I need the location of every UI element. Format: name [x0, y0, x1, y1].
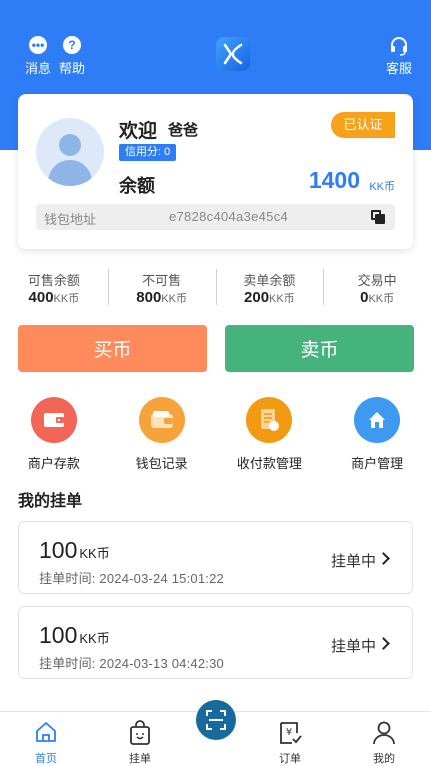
chat-bubble-icon: ••• [29, 36, 47, 54]
stat-unit: KK币 [53, 293, 80, 305]
headset-icon [389, 36, 409, 56]
tab-label: 订单 [279, 753, 301, 765]
messages-label: 消息 [25, 61, 52, 76]
order-amount: 100 KK币 [39, 537, 110, 564]
help-label: 帮助 [59, 61, 86, 76]
order-card[interactable]: 100 KK币 挂单时间: 2024-03-13 04:42:30 挂单中 [18, 606, 413, 679]
purse-icon [138, 397, 185, 443]
stat-label: 交易中 [357, 273, 397, 288]
menu-label: 收付款管理 [236, 456, 302, 471]
wallet-address-value: e7828c404a3e45c4 [169, 209, 289, 224]
tab-orders-list[interactable]: 挂单 [110, 712, 170, 766]
balance-stats: 可售余额 400KK币 不可售 800KK币 卖单余额 200KK币 交易中 0… [0, 267, 431, 309]
stat-trading: 交易中 0KK币 [323, 267, 431, 309]
svg-text:¥: ¥ [286, 727, 292, 738]
order-status: 挂单中 [330, 553, 376, 570]
order-card[interactable]: 100 KK币 挂单时间: 2024-03-24 15:01:22 挂单中 [18, 521, 413, 594]
wallet-address-row: 钱包地址 e7828c404a3e45c4 [36, 204, 395, 230]
tab-mine[interactable]: 我的 [354, 712, 414, 766]
profile-card: 欢迎 爸爸 信用分: 0 已认证 余额 1400 KK币 钱包地址 e7828c… [18, 94, 413, 249]
credit-score-badge: 信用分: 0 [119, 144, 177, 161]
wallet-icon [30, 397, 77, 443]
stat-sell-order-balance: 卖单余额 200KK币 [215, 267, 324, 309]
stat-unit: KK币 [368, 293, 395, 305]
wallet-address-label: 钱包地址 [44, 212, 97, 227]
stat-unsellable: 不可售 800KK币 [107, 267, 216, 309]
order-amount-unit: KK币 [79, 546, 110, 561]
order-amount: 100 KK币 [39, 622, 110, 649]
stat-unit: KK币 [161, 293, 187, 305]
username: 爸爸 [168, 122, 199, 139]
tab-home[interactable]: 首页 [16, 712, 76, 766]
order-time: 挂单时间: 2024-03-13 04:42:30 [39, 656, 224, 671]
avatar[interactable] [36, 118, 104, 186]
tab-label: 挂单 [129, 753, 151, 765]
home-outline-icon [34, 720, 58, 746]
chevron-right-icon [377, 637, 390, 650]
order-time: 挂单时间: 2024-03-24 15:01:22 [39, 571, 224, 586]
messages-button[interactable]: ••• 消息 [25, 36, 51, 77]
stat-value: 400 [28, 289, 54, 306]
stat-available: 可售余额 400KK币 [0, 267, 108, 309]
question-icon: ? [63, 36, 81, 54]
order-status: 挂单中 [330, 638, 376, 655]
balance-label: 余额 [119, 176, 155, 196]
stat-value: 800 [136, 289, 162, 306]
menu-wallet-records[interactable]: 钱包记录 [108, 397, 216, 472]
scan-icon [205, 709, 227, 731]
tab-label: 首页 [35, 753, 57, 765]
menu-label: 商户管理 [351, 456, 404, 471]
menu-payment-management[interactable]: 收付款管理 [216, 397, 324, 472]
copy-icon[interactable] [371, 210, 385, 224]
order-amount-value: 100 [39, 537, 78, 563]
menu-label: 商户存款 [27, 456, 80, 471]
sell-coin-button[interactable]: 卖币 [225, 325, 414, 372]
menu-merchant-management[interactable]: 商户管理 [323, 397, 431, 472]
verified-badge: 已认证 [331, 112, 395, 138]
receipt-icon: ¥ [278, 720, 302, 746]
user-icon [372, 720, 396, 746]
document-icon [246, 397, 293, 443]
stat-label: 可售余额 [27, 273, 80, 288]
quick-menu: 商户存款 钱包记录 收付款管理 商户管理 [0, 397, 431, 472]
welcome-text: 欢迎 [119, 121, 158, 142]
tab-orders[interactable]: ¥ 订单 [260, 712, 320, 766]
stat-unit: KK币 [269, 293, 295, 305]
buy-coin-button[interactable]: 买币 [18, 325, 207, 372]
menu-merchant-deposit[interactable]: 商户存款 [0, 397, 108, 472]
stat-label: 卖单余额 [243, 273, 296, 288]
customer-service-button[interactable]: 客服 [386, 36, 412, 77]
stat-value: 200 [244, 289, 270, 306]
my-orders-title: 我的挂单 [18, 493, 83, 510]
help-button[interactable]: ? 帮助 [59, 36, 85, 77]
service-label: 客服 [386, 61, 413, 76]
menu-label: 钱包记录 [135, 456, 188, 471]
scan-button[interactable] [196, 700, 236, 740]
tab-label: 我的 [373, 753, 395, 765]
order-amount-value: 100 [39, 622, 78, 648]
order-amount-unit: KK币 [79, 631, 110, 646]
app-logo [216, 37, 250, 71]
balance-unit: KK币 [369, 181, 395, 193]
home-icon [354, 397, 401, 443]
chevron-right-icon [377, 552, 390, 565]
balance-value: 1400 [308, 167, 360, 193]
shopping-bag-icon [128, 720, 152, 746]
stat-label: 不可售 [142, 273, 182, 288]
